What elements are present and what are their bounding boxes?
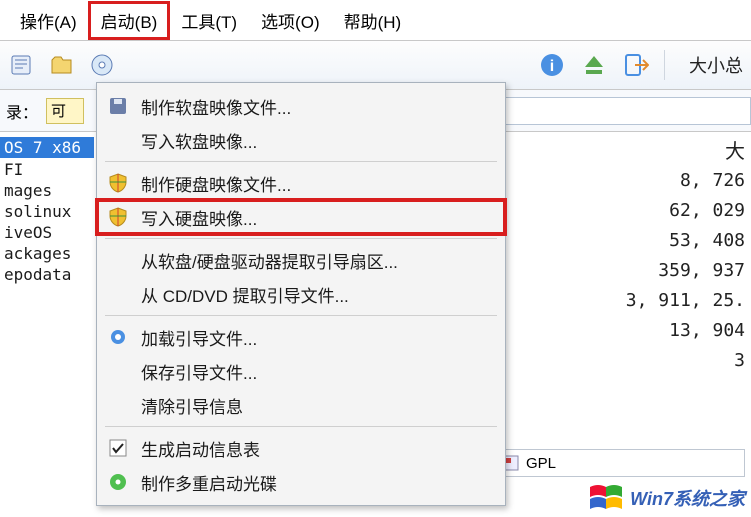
blank-icon (107, 360, 129, 382)
menu-item-label: 清除引导信息 (141, 393, 243, 418)
svg-text:i: i (550, 58, 554, 75)
blank-icon (107, 283, 129, 305)
menu-item-label: 制作硬盘映像文件... (141, 171, 291, 196)
shield-icon (107, 206, 129, 228)
menu-operate[interactable]: 操作(A) (8, 2, 89, 39)
exit-icon[interactable] (622, 51, 650, 79)
path-input[interactable] (464, 97, 751, 125)
menu-make-multiboot-cd[interactable]: 制作多重启动光碟 (97, 465, 505, 499)
file-row[interactable]: ackages (0, 243, 100, 264)
boot-menu-dropdown: 制作软盘映像文件... 写入软盘映像... 制作硬盘映像文件... 写入硬盘映像… (96, 82, 506, 506)
size-value: 3 (626, 346, 745, 376)
menu-make-floppy-image[interactable]: 制作软盘映像文件... (97, 89, 505, 123)
size-header: 大 (626, 136, 745, 166)
menu-load-boot-file[interactable]: 加载引导文件... (97, 320, 505, 354)
windows-logo-icon (588, 483, 624, 513)
watermark: Win7系统之家 (588, 483, 745, 513)
file-row[interactable]: FI (0, 159, 100, 180)
blank-icon (107, 394, 129, 416)
cd-green-icon (107, 471, 129, 493)
gpl-label: GPL (526, 455, 556, 472)
sizes-column: 大 8, 726 62, 029 53, 408 359, 937 3, 911… (626, 136, 751, 376)
menu-item-label: 保存引导文件... (141, 359, 257, 384)
size-total-label: 大小总 (689, 52, 743, 78)
menu-write-hdd-image[interactable]: 写入硬盘映像... (97, 200, 505, 234)
toolbar-cd-icon[interactable] (88, 51, 116, 79)
bottom-strip: GPL (495, 449, 745, 477)
info-icon[interactable]: i (538, 51, 566, 79)
blank-icon (107, 129, 129, 151)
size-value: 3, 911, 25. (626, 286, 745, 316)
menu-boot[interactable]: 启动(B) (89, 2, 170, 39)
file-row[interactable]: mages (0, 180, 100, 201)
file-list: OS 7 x86 FI mages solinux iveOS ackages … (0, 132, 100, 517)
record-input[interactable] (46, 98, 84, 124)
floppy-icon (107, 95, 129, 117)
menu-tools[interactable]: 工具(T) (169, 2, 249, 39)
menu-extract-boot-sector[interactable]: 从软盘/硬盘驱动器提取引导扇区... (97, 243, 505, 277)
toolbar-open-icon[interactable] (48, 51, 76, 79)
menu-item-label: 从软盘/硬盘驱动器提取引导扇区... (141, 248, 398, 273)
menu-item-label: 写入软盘映像... (141, 128, 257, 153)
shield-icon (107, 172, 129, 194)
record-label: 录： (6, 99, 38, 123)
menu-item-label: 写入硬盘映像... (141, 205, 257, 230)
menu-save-boot-file[interactable]: 保存引导文件... (97, 354, 505, 388)
menu-clear-boot-info[interactable]: 清除引导信息 (97, 388, 505, 422)
menu-make-hdd-image[interactable]: 制作硬盘映像文件... (97, 166, 505, 200)
file-row-selected[interactable]: OS 7 x86 (0, 137, 94, 158)
size-value: 13, 904 (626, 316, 745, 346)
menu-item-label: 从 CD/DVD 提取引导文件... (141, 282, 349, 307)
menu-write-floppy-image[interactable]: 写入软盘映像... (97, 123, 505, 157)
eject-icon[interactable] (580, 51, 608, 79)
menu-item-label: 加载引导文件... (141, 325, 257, 350)
size-value: 53, 408 (626, 226, 745, 256)
menubar: 操作(A) 启动(B) 工具(T) 选项(O) 帮助(H) (0, 0, 751, 40)
file-row[interactable]: epodata (0, 264, 100, 285)
check-icon (107, 437, 129, 459)
size-value: 62, 029 (626, 196, 745, 226)
file-row[interactable]: iveOS (0, 222, 100, 243)
size-value: 359, 937 (626, 256, 745, 286)
menu-options[interactable]: 选项(O) (249, 2, 332, 39)
menu-extract-boot-cd[interactable]: 从 CD/DVD 提取引导文件... (97, 277, 505, 311)
menu-item-label: 制作软盘映像文件... (141, 94, 291, 119)
gear-icon (107, 326, 129, 348)
file-row[interactable]: solinux (0, 201, 100, 222)
menu-item-label: 生成启动信息表 (141, 436, 260, 461)
menu-gen-boot-info-table[interactable]: 生成启动信息表 (97, 431, 505, 465)
menu-item-label: 制作多重启动光碟 (141, 470, 277, 495)
blank-icon (107, 249, 129, 271)
watermark-text: Win7系统之家 (630, 485, 745, 511)
menu-help[interactable]: 帮助(H) (332, 2, 414, 39)
size-value: 8, 726 (626, 166, 745, 196)
toolbar-new-icon[interactable] (8, 51, 36, 79)
